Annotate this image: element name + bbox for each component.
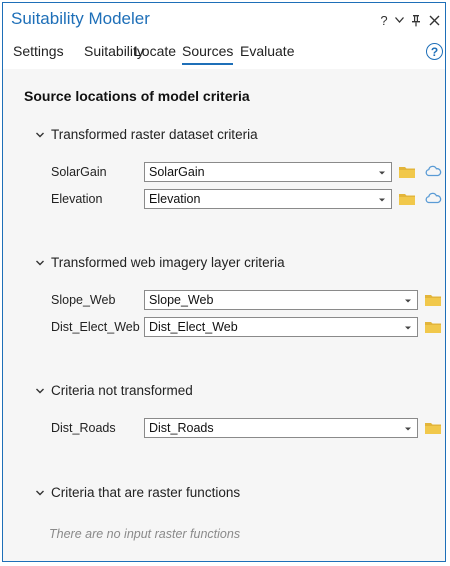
dropdown-value: Dist_Elect_Web: [149, 320, 238, 334]
tab-sources[interactable]: Sources: [182, 43, 234, 65]
section-title: Transformed web imagery layer criteria: [51, 255, 285, 270]
criteria-row-solargain: SolarGain SolarGain: [3, 162, 445, 184]
dropdown-value: Slope_Web: [149, 293, 214, 307]
folder-icon[interactable]: [424, 420, 442, 436]
source-dropdown[interactable]: Dist_Elect_Web: [144, 317, 418, 337]
section-title: Criteria not transformed: [51, 383, 193, 398]
close-icon: [429, 15, 439, 25]
source-dropdown[interactable]: Slope_Web: [144, 290, 418, 310]
dropdown-arrow-icon: [379, 171, 385, 175]
cloud-icon[interactable]: [424, 163, 442, 179]
suitability-modeler-pane: Suitability Modeler ? Settings Suitabili…: [2, 2, 446, 562]
folder-icon[interactable]: [398, 191, 416, 207]
section-header-transformed-web-imagery[interactable]: Transformed web imagery layer criteria: [35, 255, 285, 270]
folder-icon[interactable]: [424, 319, 442, 335]
row-label: Elevation: [51, 192, 103, 206]
row-label: SolarGain: [51, 165, 107, 179]
criteria-row-dist-roads: Dist_Roads Dist_Roads: [3, 418, 445, 440]
section-title: Transformed raster dataset criteria: [51, 127, 258, 142]
sources-content: Source locations of model criteria Trans…: [3, 69, 445, 561]
dropdown-arrow-icon: [405, 427, 411, 431]
dropdown-arrow-icon: [379, 198, 385, 202]
dropdown-arrow-icon: [405, 299, 411, 303]
criteria-row-dist-elect-web: Dist_Elect_Web Dist_Elect_Web: [3, 317, 445, 339]
section-title: Criteria that are raster functions: [51, 485, 241, 500]
chevron-down-icon: [394, 17, 404, 23]
tab-settings[interactable]: Settings: [13, 43, 64, 63]
criteria-row-elevation: Elevation Elevation: [3, 189, 445, 211]
row-label: Slope_Web: [51, 293, 116, 307]
chevron-down-icon: [36, 490, 44, 495]
options-menu-button[interactable]: [391, 11, 407, 29]
dropdown-value: Elevation: [149, 192, 201, 206]
chevron-down-icon: [36, 388, 44, 393]
source-dropdown[interactable]: Dist_Roads: [144, 418, 418, 438]
auto-hide-pin-button[interactable]: [408, 11, 424, 29]
tab-strip: Settings Suitability Locate Sources Eval…: [3, 41, 445, 67]
tab-evaluate[interactable]: Evaluate: [240, 43, 294, 63]
dropdown-value: SolarGain: [149, 165, 205, 179]
chevron-down-icon: [36, 260, 44, 265]
pane-title: Suitability Modeler: [11, 9, 150, 28]
row-label: Dist_Elect_Web: [51, 320, 140, 334]
close-button[interactable]: [426, 11, 442, 29]
source-dropdown[interactable]: Elevation: [144, 189, 392, 209]
cloud-icon[interactable]: [424, 190, 442, 206]
criteria-row-slope-web: Slope_Web Slope_Web: [3, 290, 445, 312]
dropdown-arrow-icon: [405, 326, 411, 330]
folder-icon[interactable]: [424, 292, 442, 308]
folder-icon[interactable]: [398, 164, 416, 180]
help-icon[interactable]: ?: [426, 43, 443, 60]
section-header-criteria-not-transformed[interactable]: Criteria not transformed: [35, 383, 193, 398]
source-dropdown[interactable]: SolarGain: [144, 162, 392, 182]
pin-icon: [412, 14, 420, 26]
section-header-raster-functions[interactable]: Criteria that are raster functions: [35, 485, 240, 500]
page-heading: Source locations of model criteria: [24, 88, 250, 104]
dropdown-value: Dist_Roads: [149, 421, 214, 435]
title-bar: Suitability Modeler ?: [3, 3, 445, 37]
empty-raster-functions-message: There are no input raster functions: [49, 527, 241, 541]
section-header-transformed-raster[interactable]: Transformed raster dataset criteria: [35, 127, 258, 142]
chevron-down-icon: [36, 132, 44, 137]
row-label: Dist_Roads: [51, 421, 116, 435]
tab-locate[interactable]: Locate: [134, 43, 176, 63]
help-button[interactable]: ?: [376, 11, 392, 29]
